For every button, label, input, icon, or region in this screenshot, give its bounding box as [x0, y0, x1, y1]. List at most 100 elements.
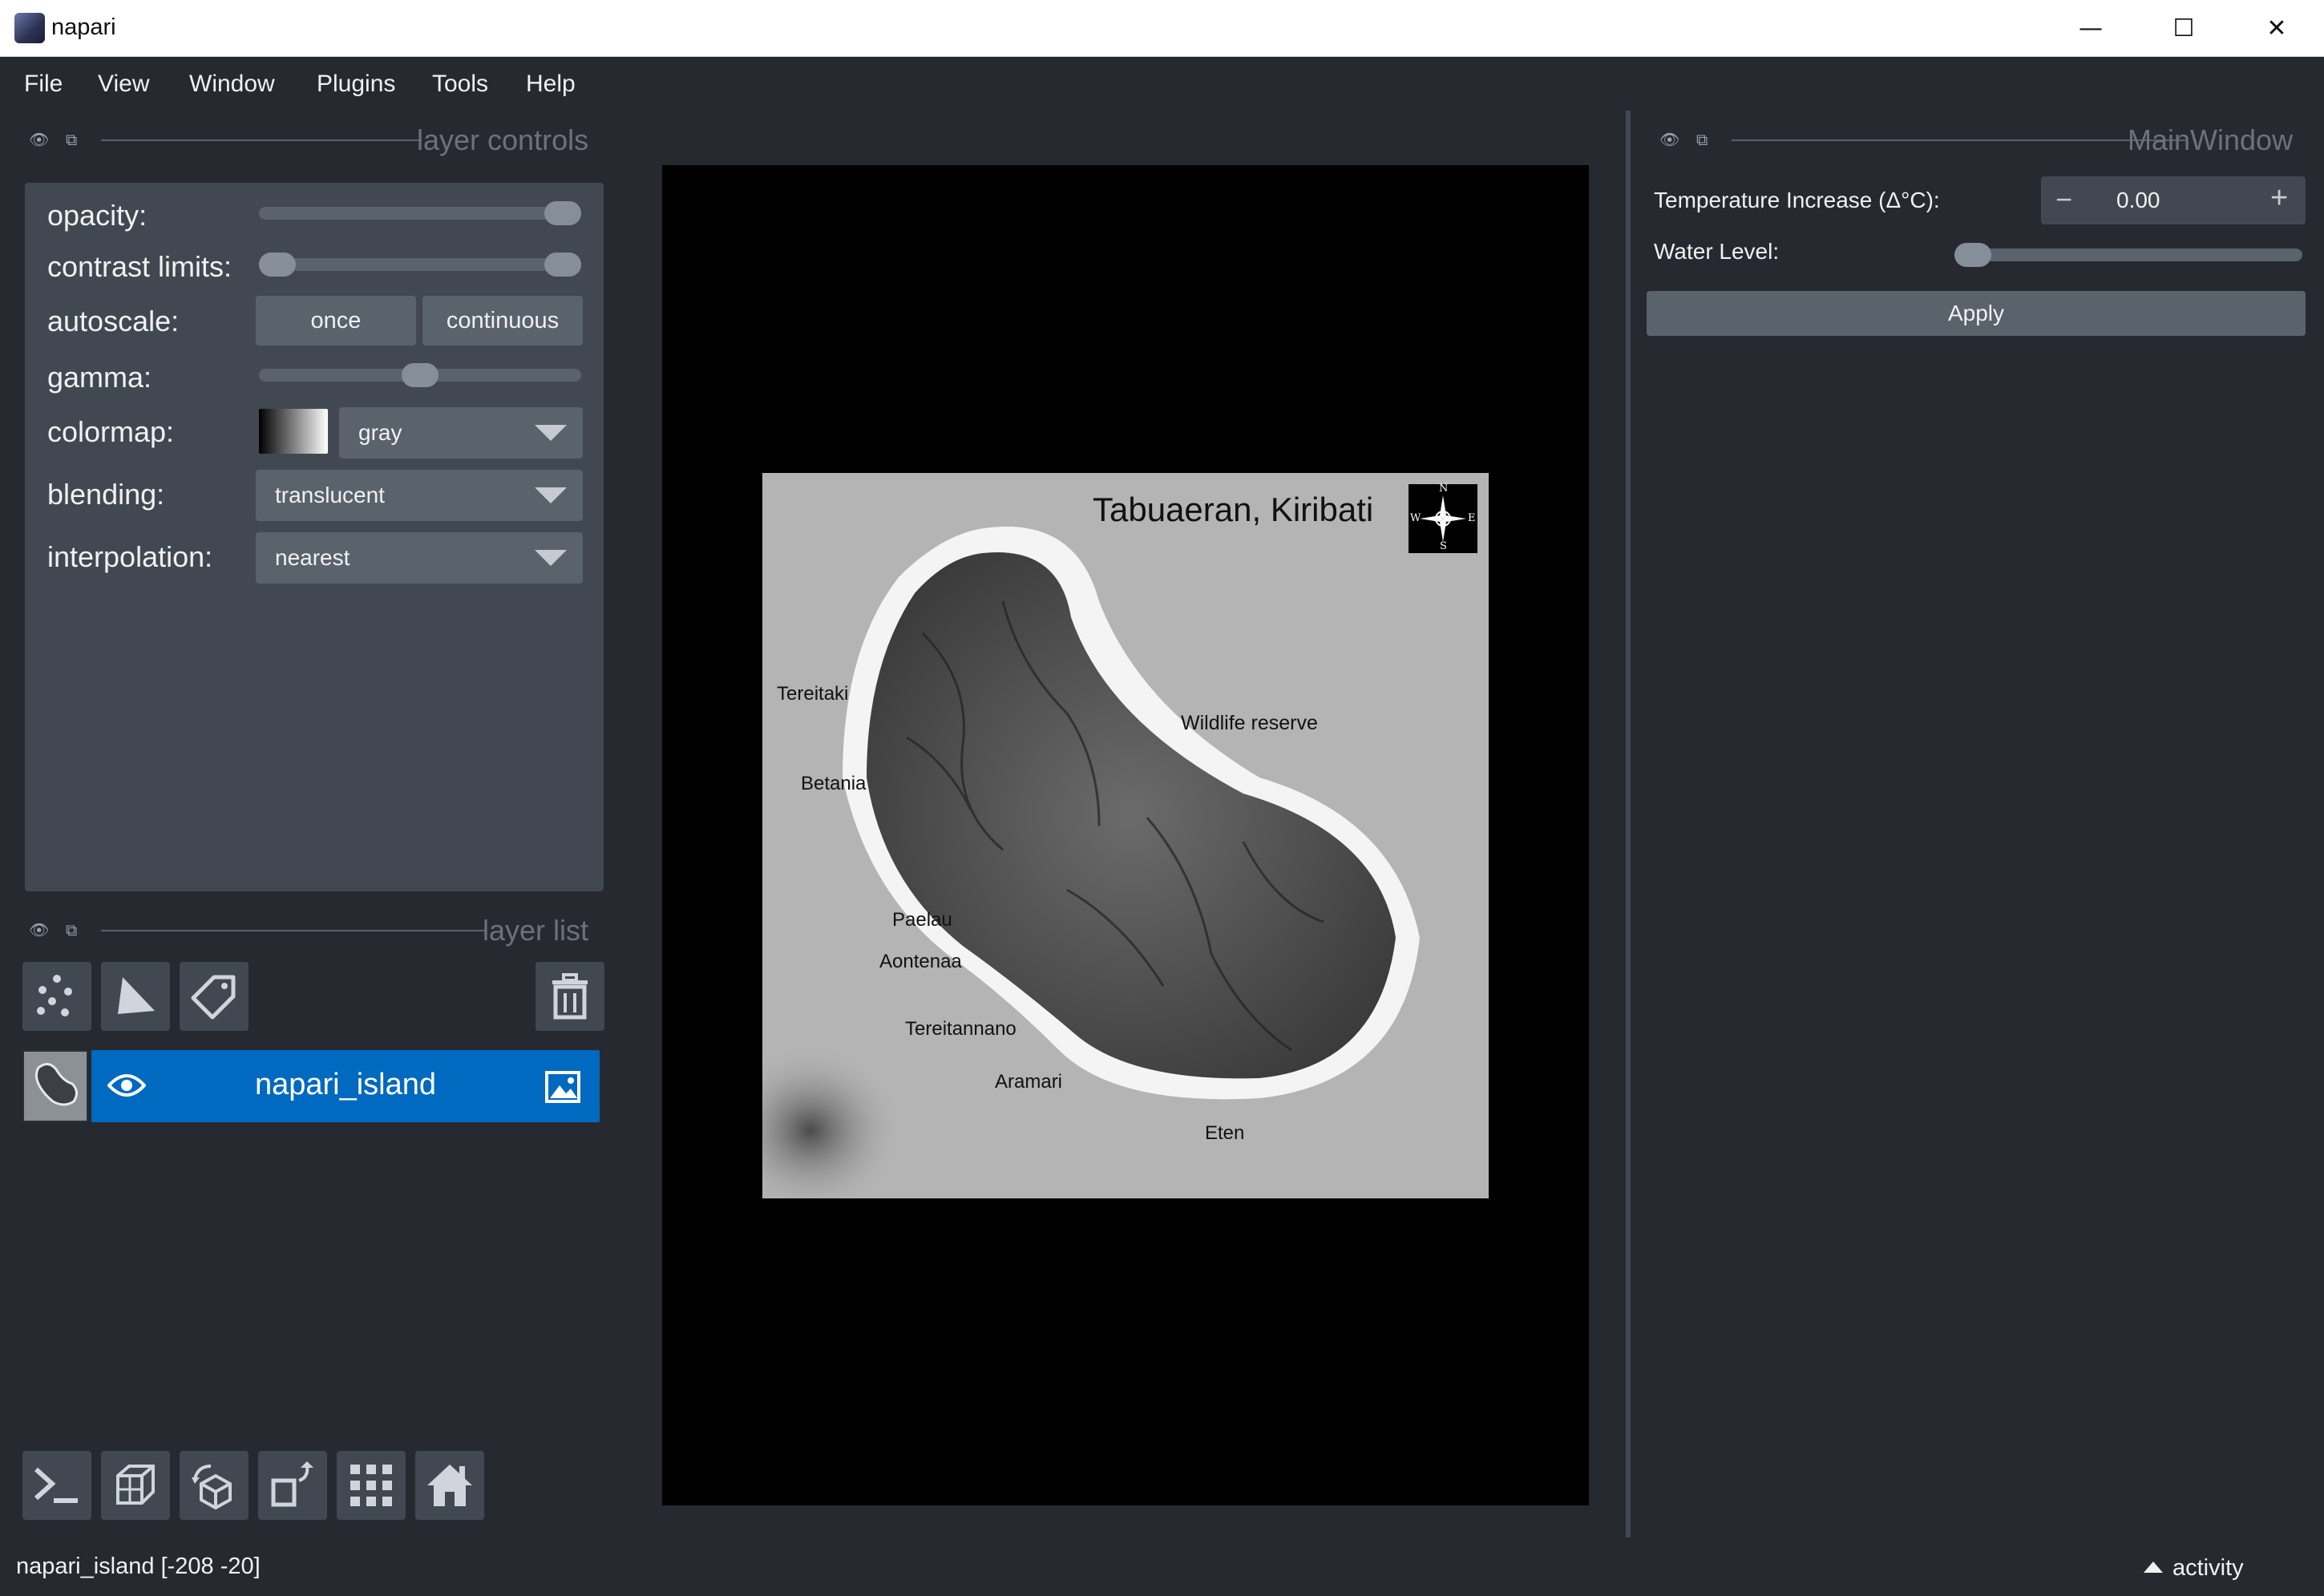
new-shapes-layer-button[interactable] — [101, 962, 170, 1031]
menu-tools[interactable]: Tools — [432, 71, 488, 98]
water-level-label: Water Level: — [1654, 239, 1780, 264]
temperature-value[interactable]: 0.00 — [2116, 188, 2160, 213]
blending-dropdown[interactable]: translucent — [256, 470, 583, 521]
gamma-slider[interactable] — [259, 363, 581, 387]
opacity-slider[interactable] — [259, 201, 581, 225]
menu-help[interactable]: Help — [526, 71, 576, 98]
chevron-down-icon — [535, 425, 567, 441]
layer-name[interactable]: napari_island — [91, 1068, 600, 1102]
temperature-increase-label: Temperature Increase (Δ°C): — [1654, 188, 1940, 212]
eye-slash-icon[interactable]: 👁 — [29, 130, 49, 149]
dock-splitter[interactable] — [1626, 111, 1631, 1537]
float-window-icon[interactable]: ⧉ — [1696, 130, 1716, 149]
activity-label: activity — [2172, 1555, 2244, 1581]
layer-item-napari-island[interactable]: napari_island — [91, 1050, 600, 1122]
interpolation-value: nearest — [275, 545, 350, 570]
label-tag-icon — [191, 975, 236, 1020]
delete-layer-button[interactable] — [536, 962, 604, 1031]
menu-plugins[interactable]: Plugins — [317, 71, 395, 98]
menu-view[interactable]: View — [98, 71, 149, 98]
place-label-paelau: Paelau — [892, 909, 952, 931]
chevron-down-icon — [535, 487, 567, 503]
place-label-wildlife-reserve: Wildlife reserve — [1181, 712, 1318, 734]
header-divider — [101, 139, 422, 141]
compass-south: S — [1440, 540, 1447, 552]
blending-label: blending: — [47, 478, 165, 511]
transpose-button[interactable] — [258, 1451, 327, 1520]
layer-list-header: 👁 ⧉ layer list — [24, 914, 601, 947]
roll-dimensions-button[interactable] — [180, 1451, 249, 1520]
layer-list-title: layer list — [483, 914, 589, 947]
contrast-high-handle[interactable] — [544, 253, 581, 277]
map-title: Tabuaeran, Kiribati — [1093, 491, 1374, 528]
water-level-slider[interactable] — [1954, 243, 2302, 267]
layer-controls-panel: opacity: contrast limits: autoscale: onc… — [25, 183, 604, 891]
home-button[interactable] — [415, 1451, 484, 1520]
grid-icon — [350, 1465, 392, 1506]
place-label-betania: Betania — [801, 773, 867, 794]
close-button[interactable]: ✕ — [2230, 0, 2323, 57]
decrement-button[interactable]: − — [2055, 183, 2072, 216]
colormap-preview — [259, 409, 328, 454]
float-window-icon[interactable]: ⧉ — [66, 130, 85, 149]
compass-west: W — [1410, 512, 1421, 524]
layer-thumbnail[interactable] — [22, 1050, 88, 1122]
layer-thumbnail-image — [24, 1052, 87, 1121]
napari-logo-icon — [14, 13, 45, 43]
maximize-button[interactable]: ☐ — [2137, 0, 2230, 57]
layer-controls-header: 👁 ⧉ layer controls — [24, 123, 601, 156]
blending-value: translucent — [275, 483, 385, 507]
island-map-graphic — [762, 473, 1489, 1198]
menu-window[interactable]: Window — [189, 71, 275, 98]
gamma-label: gamma: — [47, 361, 152, 394]
opacity-label: opacity: — [47, 199, 148, 232]
contrast-limits-label: contrast limits: — [47, 250, 232, 283]
contrast-low-handle[interactable] — [259, 253, 296, 277]
autoscale-once-button[interactable]: once — [256, 296, 416, 345]
home-icon — [427, 1465, 472, 1506]
colormap-value: gray — [358, 420, 402, 445]
increment-button[interactable]: + — [2270, 181, 2288, 216]
title-bar: napari — ☐ ✕ — [0, 0, 2324, 57]
grid-view-button[interactable] — [337, 1451, 406, 1520]
new-points-layer-button[interactable] — [22, 962, 91, 1031]
toggle-ndisplay-button[interactable] — [101, 1451, 170, 1520]
compass-north: N — [1439, 483, 1449, 495]
float-window-icon[interactable]: ⧉ — [66, 920, 85, 939]
eye-slash-icon[interactable]: 👁 — [29, 920, 49, 939]
console-prompt-icon — [34, 1467, 78, 1503]
water-level-slider-handle[interactable] — [1954, 243, 1991, 267]
colormap-label: colormap: — [47, 415, 175, 448]
image-icon — [545, 1071, 580, 1107]
menu-bar: File View Window Plugins Tools Help — [0, 58, 2324, 111]
cube-grid-icon — [116, 1465, 155, 1505]
window-title: napari — [51, 14, 116, 40]
minimize-button[interactable]: — — [2044, 0, 2137, 57]
header-divider — [1732, 139, 2185, 141]
points-icon — [37, 975, 72, 1016]
eye-slash-icon[interactable]: 👁 — [1659, 130, 1679, 149]
compass-east: E — [1468, 512, 1476, 524]
contrast-limits-slider[interactable] — [259, 253, 581, 277]
place-label-tereitaki: Tereitaki — [777, 683, 849, 705]
place-label-tereitannano: Tereitannano — [905, 1018, 1016, 1040]
transpose-icon — [271, 1461, 313, 1507]
colormap-dropdown[interactable]: gray — [339, 407, 583, 459]
chevron-up-icon — [2144, 1562, 2163, 1573]
console-button[interactable] — [22, 1451, 91, 1520]
apply-button[interactable]: Apply — [1647, 291, 2306, 336]
opacity-slider-handle[interactable] — [544, 201, 581, 225]
gamma-slider-handle[interactable] — [402, 363, 439, 387]
menu-file[interactable]: File — [24, 71, 63, 98]
main-window-title: MainWindow — [2128, 123, 2294, 156]
place-label-aontenaa: Aontenaa — [879, 951, 962, 972]
temperature-spinbox[interactable]: − 0.00 + — [2041, 176, 2306, 224]
interpolation-dropdown[interactable]: nearest — [256, 532, 583, 584]
new-labels-layer-button[interactable] — [180, 962, 249, 1031]
chevron-down-icon — [535, 550, 567, 566]
napari-island-image[interactable]: Tabuaeran, Kiribati N S W E Tereitaki Wi… — [762, 473, 1489, 1198]
compass-rose-icon: N S W E — [1409, 483, 1477, 553]
shapes-icon — [118, 977, 155, 1014]
trash-icon — [552, 973, 588, 1020]
autoscale-continuous-button[interactable]: continuous — [422, 296, 583, 345]
